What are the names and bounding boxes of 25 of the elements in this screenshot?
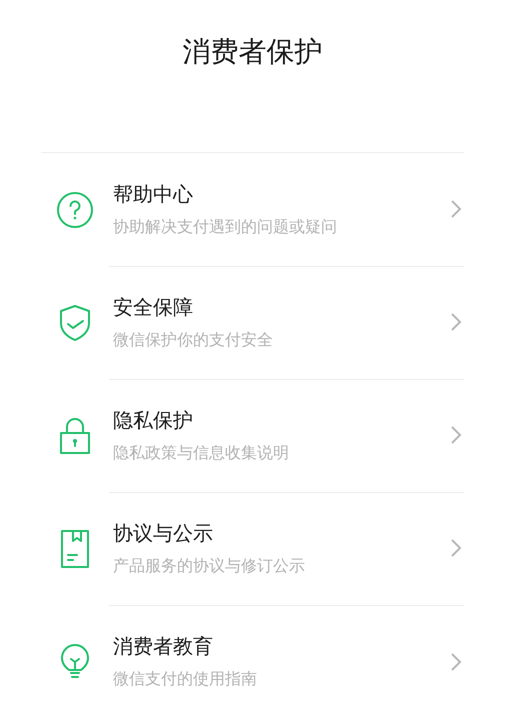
item-subtitle: 隐私政策与信息收集说明	[113, 442, 290, 464]
chevron-right-icon	[450, 538, 462, 558]
item-title: 帮助中心	[113, 180, 194, 208]
item-title: 协议与公示	[113, 520, 214, 546]
chevron-right-icon	[450, 425, 462, 445]
item-title: 安全保障	[113, 294, 194, 320]
item-title: 隐私保护	[113, 406, 194, 434]
shield-check-icon	[58, 304, 92, 342]
chevron-right-icon	[450, 312, 462, 332]
item-subtitle: 微信支付的使用指南	[113, 669, 258, 690]
menu-item[interactable]: 消费者教育 微信支付的使用指南	[41, 605, 464, 715]
menu-item[interactable]: 安全保障 微信保护你的支付安全	[41, 266, 464, 379]
menu-item[interactable]: 隐私保护 隐私政策与信息收集说明	[41, 379, 464, 492]
document-icon	[59, 528, 91, 568]
chevron-right-icon	[450, 199, 462, 219]
item-subtitle: 产品服务的协议与修订公示	[113, 556, 306, 576]
item-subtitle: 微信保护你的支付安全	[113, 330, 274, 350]
item-subtitle: 协助解决支付遇到的问题或疑问	[113, 216, 338, 238]
item-title: 消费者教育	[113, 633, 214, 660]
help-icon	[56, 190, 94, 228]
menu-item[interactable]: 协议与公示 产品服务的协议与修订公示	[41, 492, 464, 605]
menu-item[interactable]: 帮助中心 协助解决支付遇到的问题或疑问	[41, 153, 464, 266]
lock-icon	[58, 416, 92, 456]
chevron-right-icon	[450, 652, 462, 672]
page-title: 消费者保护	[182, 34, 322, 70]
